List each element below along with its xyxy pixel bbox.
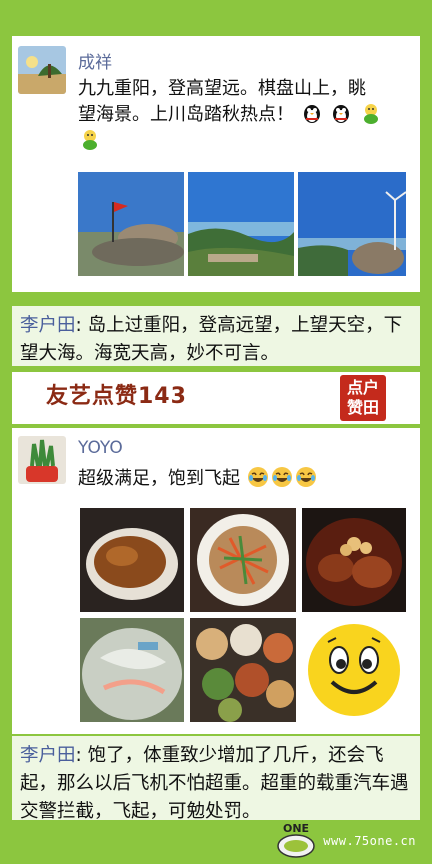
svg-text:ONE: ONE xyxy=(283,822,309,835)
post-text: 九九重阳，登高望远。棋盘山上，眺 望海景。上川岛踏秋热点！ xyxy=(78,76,406,154)
post-text-line-3 xyxy=(78,128,406,154)
post-text-line: 九九重阳，登高望远。棋盘山上，眺 xyxy=(78,78,366,99)
photo-roast-duck[interactable] xyxy=(80,508,184,612)
comment-2: 李户田: 饱了，体重致少增加了几斤，还会飞起，那么以后飞机不怕超重。超重的载重汽… xyxy=(12,736,420,822)
username[interactable]: YOYO xyxy=(78,438,123,458)
photo-braised-pork[interactable] xyxy=(302,508,406,612)
post-text-line-2: 望海景。上川岛踏秋热点！ xyxy=(78,102,406,128)
crying-laughing-icon xyxy=(271,466,293,488)
photo-fish-soup[interactable] xyxy=(80,618,184,722)
seal-line: 点户 xyxy=(346,378,379,397)
likes-text: 友艺点赞143 xyxy=(46,384,187,409)
avatar[interactable] xyxy=(18,436,66,484)
avatar[interactable] xyxy=(18,46,66,94)
post-card-2: YOYO 超级满足，饱到飞起 xyxy=(12,428,420,734)
watermark-logo-icon: ONE xyxy=(277,822,315,858)
photo-wind-turbine[interactable] xyxy=(298,172,406,276)
likes-banner: 友艺点赞143 点户 赞田 xyxy=(12,372,420,424)
post-text: 超级满足，饱到飞起 xyxy=(78,466,406,492)
seal-line-2: 赞田 xyxy=(346,398,379,417)
watermark-url: www.75one.cn xyxy=(323,834,416,848)
commenter-name[interactable]: 李户田 xyxy=(20,745,76,766)
commenter-name[interactable]: 李户田 xyxy=(20,315,76,336)
smiley-green-icon xyxy=(360,102,382,124)
crying-laughing-icon xyxy=(247,466,269,488)
photo-island-view[interactable] xyxy=(188,172,294,276)
comment-text: : 岛上过重阳，登高远望，上望天空，下望大海。海宽天高，妙不可言。 xyxy=(20,315,403,364)
post-card-1: 成祥 九九重阳，登高望远。棋盘山上，眺 望海景。上川岛踏秋热点！ xyxy=(12,36,420,292)
photo-noodle-salad[interactable] xyxy=(190,508,296,612)
username[interactable]: 成祥 xyxy=(78,48,112,73)
qq-penguin-icon xyxy=(330,102,352,124)
crying-laughing-icon xyxy=(295,466,317,488)
post-text-line-2-text: 望海景。上川岛踏秋热点！ xyxy=(78,104,294,125)
seal-stamp: 点户 赞田 xyxy=(340,375,386,421)
comment-text: : 饱了，体重致少增加了几斤，还会飞起，那么以后飞机不怕超重。超重的载重汽车遇交… xyxy=(20,745,409,822)
post-text-content: 超级满足，饱到飞起 xyxy=(78,468,240,489)
qq-penguin-icon xyxy=(301,102,323,124)
photo-banquet-table[interactable] xyxy=(190,618,296,722)
comment-1: 李户田: 岛上过重阳，登高远望，上望天空，下望大海。海宽天高，妙不可言。 xyxy=(12,306,420,366)
smiley-face-image[interactable] xyxy=(302,618,406,722)
photo-flag-rock[interactable] xyxy=(78,172,184,276)
watermark: ONE www.75one.cn xyxy=(274,820,424,860)
smiley-green-icon xyxy=(79,128,101,150)
